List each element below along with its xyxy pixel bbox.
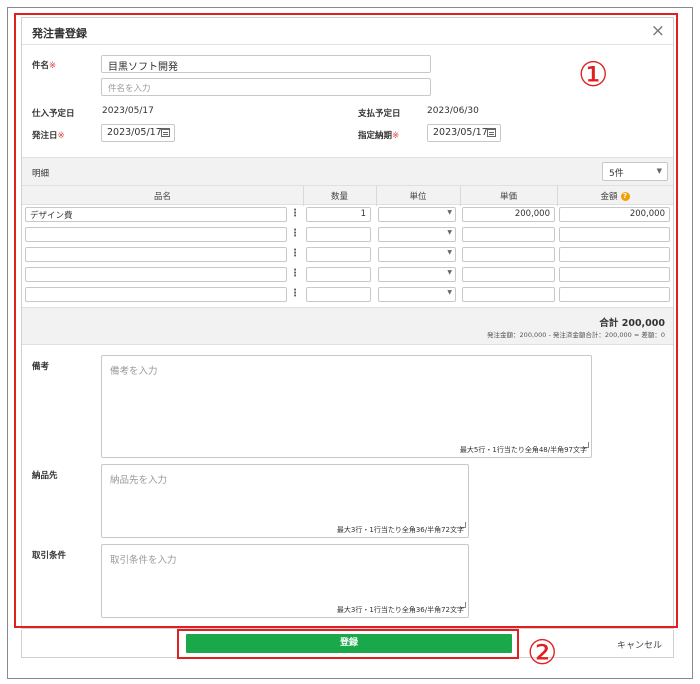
quantity-input[interactable]: 1	[306, 207, 371, 222]
item-name-input[interactable]	[25, 267, 287, 282]
row-count-select[interactable]: 5件 ▼	[602, 162, 668, 181]
annotation-marker-2: ②	[527, 633, 558, 673]
order-date-input[interactable]: 2023/05/17	[101, 124, 175, 142]
unit-select[interactable]: ▼	[378, 207, 456, 222]
amount-input[interactable]	[559, 247, 670, 262]
table-row: デザイン費 ⋮ 1 ▼ 200,000 200,000	[22, 205, 673, 225]
more-vertical-icon[interactable]: ⋮	[290, 287, 300, 302]
subject-label: 件名※	[32, 61, 57, 71]
amount-input[interactable]	[559, 227, 670, 242]
unit-price-input[interactable]: 200,000	[462, 207, 555, 222]
order-date-value: 2023/05/17	[107, 127, 162, 138]
table-row: ⋮ ▼	[22, 285, 673, 305]
quantity-input[interactable]	[306, 267, 371, 282]
trade-terms-textarea[interactable]: 取引条件を入力 最大3行・1行当たり全角36/半角72文字	[101, 544, 469, 618]
unit-select[interactable]: ▼	[378, 267, 456, 282]
delivery-destination-placeholder: 納品先を入力	[110, 475, 168, 486]
details-table-header: 品名 数量 単位 単価 金額?	[22, 185, 673, 206]
help-icon[interactable]: ?	[620, 192, 630, 201]
table-row: ⋮ ▼	[22, 225, 673, 245]
more-vertical-icon[interactable]: ⋮	[290, 267, 300, 282]
annotation-marker-1: ①	[578, 55, 609, 95]
row-count-value: 5件	[609, 169, 624, 179]
chevron-down-icon: ▼	[447, 269, 452, 276]
trade-terms-label: 取引条件	[32, 551, 67, 561]
order-date-label: 発注日※	[32, 131, 65, 141]
cancel-link[interactable]: キャンセル	[617, 638, 662, 651]
grand-total: 合計 200,000	[599, 318, 665, 329]
delivery-destination-label: 納品先	[32, 471, 58, 481]
item-name-input[interactable]	[25, 227, 287, 242]
receipt-date-value: 2023/05/17	[102, 106, 154, 116]
unit-select[interactable]: ▼	[378, 227, 456, 242]
chevron-down-icon: ▼	[447, 289, 452, 296]
delivery-destination-textarea[interactable]: 納品先を入力 最大3行・1行当たり全角36/半角72文字	[101, 464, 469, 538]
column-header-unit: 単位	[409, 192, 427, 202]
trade-terms-hint: 最大3行・1行当たり全角36/半角72文字	[336, 606, 464, 614]
column-header-price: 単価	[499, 192, 517, 202]
total-breakdown: 発注金額：200,000 - 発注済金額合計：200,000 = 差額：0	[487, 331, 665, 339]
quantity-input[interactable]	[306, 247, 371, 262]
modal-header: 発注書登録 ×	[22, 18, 673, 45]
subject-input[interactable]: 目黒ソフト開発	[101, 55, 431, 73]
details-bar: 明細 5件 ▼	[22, 157, 673, 185]
more-vertical-icon[interactable]: ⋮	[290, 227, 300, 242]
column-header-amount: 金額?	[557, 190, 673, 202]
amount-input[interactable]	[559, 267, 670, 282]
register-button[interactable]: 登録	[186, 634, 512, 653]
delivery-destination-hint: 最大3行・1行当たり全角36/半角72文字	[336, 526, 464, 534]
column-header-item: 品名	[153, 192, 171, 202]
delivery-date-value: 2023/05/17	[433, 127, 488, 138]
close-icon[interactable]: ×	[651, 21, 665, 41]
item-name-input[interactable]	[25, 287, 287, 302]
purchase-order-modal: 発注書登録 × 件名※ 目黒ソフト開発 件名を入力 仕入予定日 2023/05/…	[21, 17, 674, 629]
subject-sub-input[interactable]: 件名を入力	[101, 78, 431, 96]
unit-select[interactable]: ▼	[378, 247, 456, 262]
item-name-input[interactable]	[25, 247, 287, 262]
more-vertical-icon[interactable]: ⋮	[290, 247, 300, 262]
payment-date-value: 2023/06/30	[427, 106, 479, 116]
receipt-date-label: 仕入予定日	[32, 109, 75, 119]
delivery-date-label: 指定納期※	[358, 131, 400, 141]
unit-price-input[interactable]	[462, 247, 555, 262]
calendar-icon[interactable]	[487, 128, 496, 137]
delivery-date-input[interactable]: 2023/05/17	[427, 124, 501, 142]
more-vertical-icon[interactable]: ⋮	[290, 207, 300, 222]
quantity-input[interactable]	[306, 227, 371, 242]
payment-date-label: 支払予定日	[358, 109, 401, 119]
unit-price-input[interactable]	[462, 287, 555, 302]
column-header-qty: 数量	[330, 192, 348, 202]
unit-select[interactable]: ▼	[378, 287, 456, 302]
amount-input[interactable]	[559, 287, 670, 302]
chevron-down-icon: ▼	[447, 209, 452, 216]
totals-bar: 合計 200,000 発注金額：200,000 - 発注済金額合計：200,00…	[22, 307, 673, 345]
table-row: ⋮ ▼	[22, 265, 673, 285]
modal-title: 発注書登録	[32, 27, 87, 40]
remarks-textarea[interactable]: 備考を入力 最大5行・1行当たり全角48/半角97文字	[101, 355, 592, 458]
chevron-down-icon: ▼	[447, 229, 452, 236]
unit-price-input[interactable]	[462, 267, 555, 282]
remarks-placeholder: 備考を入力	[110, 366, 158, 377]
table-row: ⋮ ▼	[22, 245, 673, 265]
chevron-down-icon: ▼	[656, 167, 662, 175]
chevron-down-icon: ▼	[447, 249, 452, 256]
quantity-input[interactable]	[306, 287, 371, 302]
details-label: 明細	[32, 169, 50, 179]
trade-terms-placeholder: 取引条件を入力	[110, 555, 177, 566]
amount-input[interactable]: 200,000	[559, 207, 670, 222]
unit-price-input[interactable]	[462, 227, 555, 242]
calendar-icon[interactable]	[161, 128, 170, 137]
remarks-label: 備考	[32, 362, 50, 372]
item-name-input[interactable]: デザイン費	[25, 207, 287, 222]
remarks-hint: 最大5行・1行当たり全角48/半角97文字	[459, 446, 587, 454]
